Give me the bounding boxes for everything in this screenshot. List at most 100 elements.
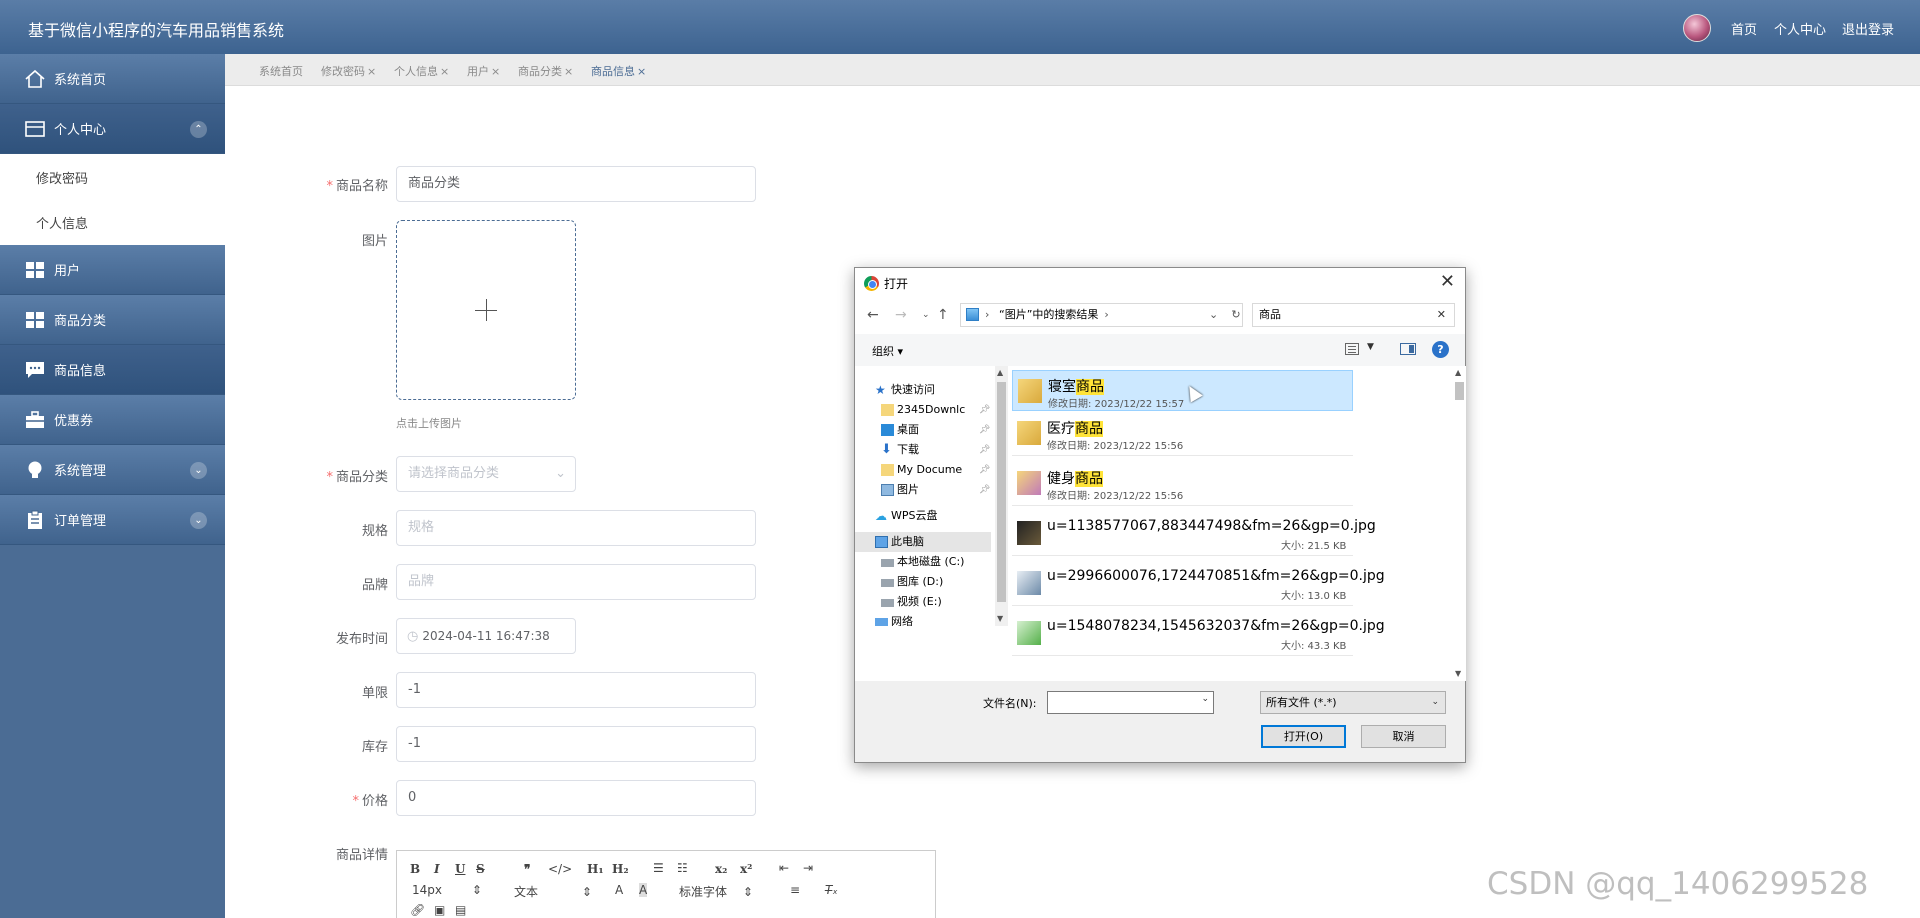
limit-input[interactable]: -1	[396, 672, 756, 708]
ordered-list-icon[interactable]: ☰	[653, 861, 664, 875]
h1-button[interactable]: H₁	[587, 862, 604, 876]
chevron-down-icon[interactable]: ▼	[1367, 342, 1374, 352]
tab-personal-info[interactable]: 个人信息 ×	[394, 63, 449, 79]
publish-time-picker[interactable]: ◷ 2024-04-11 16:47:38	[396, 618, 576, 654]
nav-pictures[interactable]: 图片 📌︎	[855, 480, 991, 500]
rich-text-editor[interactable]: B I U S ❞ </> H₁ H₂ ☰ ☷ x₂ x² ⇤ ⇥ 14px ⇕…	[396, 850, 936, 918]
code-button[interactable]: </>	[548, 862, 572, 876]
quote-button[interactable]: ❞	[524, 862, 530, 876]
font-size-select[interactable]: 14px ⇕	[412, 883, 482, 897]
help-icon[interactable]: ?	[1432, 341, 1449, 358]
clear-search-icon[interactable]: ✕	[1437, 304, 1446, 326]
search-input[interactable]: 商品 ✕	[1252, 303, 1455, 327]
subscript-button[interactable]: x₂	[715, 862, 727, 876]
file-item[interactable]: 健身商品 修改日期: 2023/12/22 15:56	[1012, 463, 1353, 506]
sidebar-item-coupons[interactable]: 优惠券	[0, 395, 225, 445]
clear-format-icon[interactable]: T̶ₓ	[825, 883, 838, 897]
avatar[interactable]	[1683, 14, 1711, 42]
home-link[interactable]: 首页	[1731, 19, 1757, 38]
nav-scrollbar[interactable]: ▲ ▼	[995, 366, 1008, 626]
spec-input[interactable]: 规格	[396, 510, 756, 546]
sidebar-item-users[interactable]: 用户	[0, 245, 225, 295]
sidebar-item-product-category[interactable]: 商品分类	[0, 295, 225, 345]
recent-chevron-icon[interactable]: ⌄	[922, 310, 930, 320]
bullet-list-icon[interactable]: ☷	[677, 861, 688, 875]
organize-menu[interactable]: 组织 ▾	[872, 343, 903, 359]
nav-drive-e[interactable]: 视频 (E:)	[855, 592, 991, 612]
cancel-button[interactable]: 取消	[1361, 725, 1446, 748]
nav-this-pc[interactable]: 此电脑	[855, 532, 991, 552]
sidebar-item-order-management[interactable]: 订单管理 ⌄	[0, 495, 225, 545]
tab-product-info[interactable]: 商品信息 ×	[591, 63, 646, 79]
font-color-icon[interactable]: A	[615, 883, 623, 897]
file-item[interactable]: 医疗商品 修改日期: 2023/12/22 15:56	[1012, 413, 1353, 456]
preview-pane-icon[interactable]	[1400, 343, 1416, 355]
video-icon[interactable]: ▤	[455, 903, 466, 917]
nav-wps-cloud[interactable]: ☁ WPS云盘	[855, 506, 991, 526]
file-item[interactable]: u=1138577067,883447498&fm=26&gp=0.jpg 大小…	[1012, 513, 1376, 556]
close-icon[interactable]: ×	[491, 65, 500, 78]
refresh-icon[interactable]: ↻	[1228, 304, 1244, 326]
scroll-down-icon[interactable]: ▼	[1455, 669, 1461, 678]
nav-desktop[interactable]: 桌面 📌︎	[855, 420, 991, 440]
logout-link[interactable]: 退出登录	[1842, 19, 1894, 38]
close-icon[interactable]: ×	[564, 65, 573, 78]
italic-button[interactable]: I	[434, 862, 440, 876]
image-icon[interactable]: ▣	[434, 903, 445, 917]
nav-drive-c[interactable]: 本地磁盘 (C:)	[855, 552, 991, 572]
sidebar-item-personal-center[interactable]: 个人中心 ⌃	[0, 104, 225, 154]
nav-2345downloads[interactable]: 2345Downlc 📌︎	[855, 400, 991, 420]
align-icon[interactable]: ≡	[790, 883, 800, 897]
nav-drive-d[interactable]: 图库 (D:)	[855, 572, 991, 592]
profile-link[interactable]: 个人中心	[1774, 19, 1826, 38]
bold-button[interactable]: B	[410, 862, 420, 876]
back-arrow-icon[interactable]: ←	[867, 307, 879, 323]
link-icon[interactable]: 🔗︎	[410, 903, 425, 917]
indent-icon[interactable]: ⇥	[803, 861, 813, 875]
scroll-down-icon[interactable]: ▼	[997, 614, 1003, 623]
header-select[interactable]: 文本 ⇕	[514, 883, 592, 900]
chevron-down-icon[interactable]: ⌄	[1201, 694, 1209, 704]
up-arrow-icon[interactable]: ↑	[937, 307, 949, 323]
forward-arrow-icon[interactable]: →	[895, 307, 907, 323]
tab-change-password[interactable]: 修改密码 ×	[321, 63, 376, 79]
chevron-down-icon[interactable]: ⌄	[1209, 304, 1218, 326]
h2-button[interactable]: H₂	[612, 862, 629, 876]
submenu-personal-info[interactable]: 个人信息	[36, 213, 88, 232]
sidebar-item-system-management[interactable]: 系统管理 ⌄	[0, 445, 225, 495]
open-button[interactable]: 打开(O)	[1261, 725, 1346, 748]
file-item[interactable]: u=2996600076,1724470851&fm=26&gp=0.jpg 大…	[1012, 563, 1385, 606]
tab-system-home[interactable]: 系统首页	[259, 63, 303, 79]
close-icon[interactable]: ✕	[1440, 271, 1455, 292]
view-icon[interactable]	[1345, 343, 1359, 355]
underline-button[interactable]: U	[455, 862, 465, 876]
tab-product-category[interactable]: 商品分类 ×	[518, 63, 573, 79]
outdent-icon[interactable]: ⇤	[779, 861, 789, 875]
nav-network[interactable]: 网络	[855, 614, 991, 626]
product-name-input[interactable]: 商品分类	[396, 166, 756, 202]
file-list-scrollbar[interactable]: ▲ ▼	[1453, 366, 1466, 681]
background-color-icon[interactable]: A	[639, 883, 648, 897]
close-icon[interactable]: ×	[367, 65, 376, 78]
strike-button[interactable]: S	[476, 862, 485, 876]
submenu-change-password[interactable]: 修改密码	[36, 168, 88, 187]
category-select[interactable]: 请选择商品分类 ⌄	[396, 456, 576, 492]
nav-my-documents[interactable]: My Docume 📌︎	[855, 460, 991, 480]
close-icon[interactable]: ×	[637, 65, 646, 78]
filename-input[interactable]: ⌄	[1047, 691, 1214, 714]
scroll-up-icon[interactable]: ▲	[1455, 368, 1461, 377]
brand-input[interactable]: 品牌	[396, 564, 756, 600]
image-upload[interactable]	[396, 220, 576, 400]
stock-input[interactable]: -1	[396, 726, 756, 762]
address-bar[interactable]: › “图片”中的搜索结果 › ⌄ ↻	[960, 303, 1243, 327]
superscript-button[interactable]: x²	[740, 862, 752, 876]
file-item[interactable]: u=1548078234,1545632037&fm=26&gp=0.jpg 大…	[1012, 613, 1385, 656]
close-icon[interactable]: ×	[440, 65, 449, 78]
nav-downloads[interactable]: ⬇ 下载 📌︎	[855, 440, 991, 460]
file-item[interactable]: 寝室商品 修改日期: 2023/12/22 15:57	[1012, 370, 1353, 411]
tab-users[interactable]: 用户 ×	[467, 63, 500, 79]
scroll-up-icon[interactable]: ▲	[997, 368, 1003, 377]
sidebar-item-home[interactable]: 系统首页	[0, 54, 225, 104]
sidebar-item-product-info[interactable]: 商品信息	[0, 345, 225, 395]
file-type-select[interactable]: 所有文件 (*.*) ⌄	[1260, 691, 1446, 714]
